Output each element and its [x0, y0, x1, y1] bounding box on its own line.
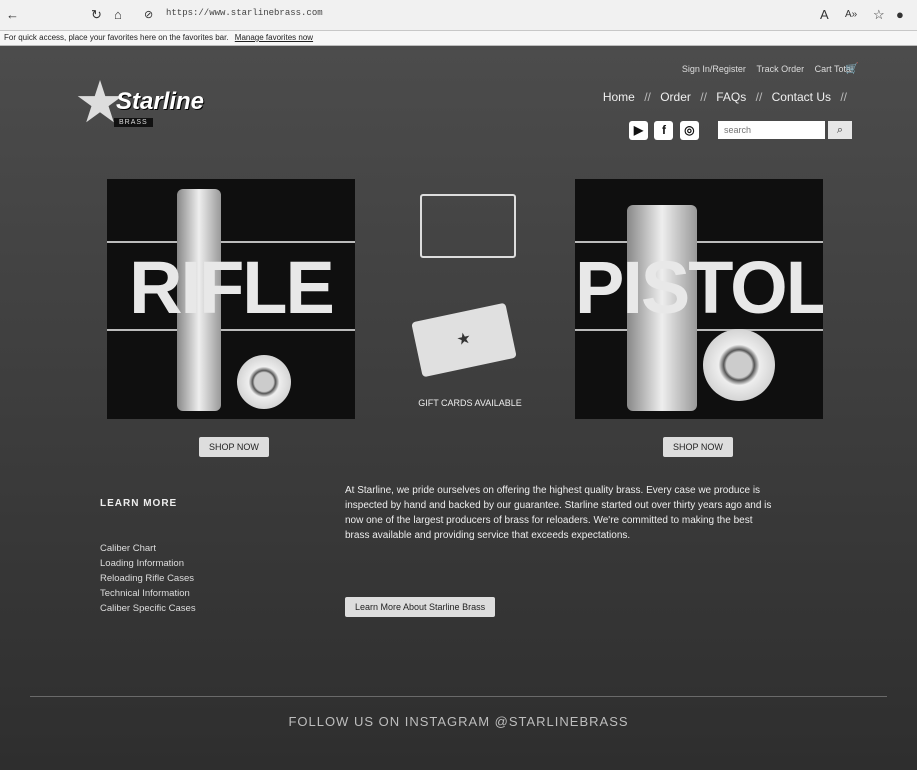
card-band	[575, 329, 823, 331]
learn-more-link[interactable]: Reloading Rifle Cases	[100, 573, 305, 584]
learn-more-link[interactable]: Caliber Specific Cases	[100, 603, 305, 614]
rifle-card[interactable]: RIFLE	[107, 179, 355, 419]
youtube-icon[interactable]: ▶	[629, 121, 648, 140]
shop-pistol-button[interactable]: SHOP NOW	[663, 437, 733, 457]
learn-more-section: LEARN MORE Caliber Chart Loading Informa…	[100, 498, 305, 618]
gift-card-caption: GIFT CARDS AVAILABLE	[418, 398, 522, 408]
search-icon[interactable]: ⌕	[828, 121, 852, 139]
card-band	[575, 241, 823, 243]
logo[interactable]: ★ Starline BRASS	[74, 74, 224, 134]
account-links: Sign In/Register Track Order Cart Total	[674, 64, 853, 74]
nav-separator: //	[700, 90, 707, 104]
pistol-card[interactable]: PISTOL	[575, 179, 823, 419]
search-input[interactable]	[718, 121, 825, 139]
lock-icon: ⊘	[144, 9, 154, 21]
reload-icon[interactable]: ↻	[91, 7, 102, 23]
rifle-word: RIFLE	[129, 246, 335, 329]
instagram-follow-link[interactable]: FOLLOW US ON INSTAGRAM @STARLINEBRASS	[0, 714, 917, 729]
learn-more-link[interactable]: Caliber Chart	[100, 543, 305, 554]
nav-separator: //	[840, 90, 847, 104]
about-text: At Starline, we pride ourselves on offer…	[345, 485, 772, 541]
sign-in-link[interactable]: Sign In/Register	[682, 64, 746, 74]
gift-box-image	[420, 194, 516, 258]
instagram-icon[interactable]: ◎	[679, 121, 699, 140]
gift-card-image: ★	[411, 302, 517, 378]
manage-favorites-link[interactable]: Manage favorites now	[235, 33, 313, 42]
learn-more-heading: LEARN MORE	[100, 498, 178, 509]
card-band	[107, 329, 355, 331]
nav-separator: //	[644, 90, 651, 104]
favorites-notice-text: For quick access, place your favorites h…	[4, 33, 229, 42]
arrow-left-icon[interactable]: ←	[6, 7, 19, 23]
learn-more-link[interactable]: Technical Information	[100, 588, 305, 599]
logo-tagline: BRASS	[114, 118, 153, 127]
card-band	[107, 241, 355, 243]
address-bar[interactable]: https://www.starlinebrass.com	[166, 8, 323, 18]
browser-toolbar: ← ↻ ⌂ ⊘ https://www.starlinebrass.com A …	[0, 0, 917, 31]
nav-order[interactable]: Order	[660, 90, 691, 104]
pistol-word: PISTOL	[575, 246, 823, 329]
cart-icon[interactable]: 🛒	[845, 62, 859, 75]
zoom-icon[interactable]: A	[820, 7, 829, 23]
website-page: ★ Starline BRASS Sign In/Register Track …	[0, 46, 917, 770]
nav-home[interactable]: Home	[603, 90, 635, 104]
track-order-link[interactable]: Track Order	[756, 64, 804, 74]
read-aloud-icon[interactable]: A»	[845, 7, 857, 23]
social-links: ▶ f ◎	[629, 121, 701, 140]
footer-divider	[30, 696, 887, 697]
pistol-base-image	[703, 329, 775, 401]
home-icon[interactable]: ⌂	[114, 7, 122, 23]
profile-icon[interactable]: ●	[896, 7, 904, 23]
nav-contact[interactable]: Contact Us	[772, 90, 831, 104]
rifle-base-image	[237, 355, 291, 409]
logo-brand: Starline	[116, 88, 205, 115]
about-starline-button[interactable]: Learn More About Starline Brass	[345, 597, 496, 617]
learn-more-link[interactable]: Loading Information	[100, 558, 305, 569]
favorites-bar: For quick access, place your favorites h…	[0, 31, 917, 45]
facebook-icon[interactable]: f	[654, 121, 674, 140]
shop-rifle-button[interactable]: SHOP NOW	[199, 437, 269, 457]
nav-faqs[interactable]: FAQs	[716, 90, 746, 104]
main-nav: Home // Order // FAQs // Contact Us //	[597, 90, 847, 104]
nav-separator: //	[755, 90, 763, 104]
star-icon[interactable]: ☆	[873, 7, 885, 23]
